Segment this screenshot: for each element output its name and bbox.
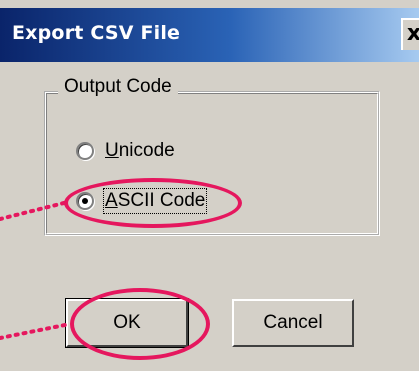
radio-unicode[interactable]: Unicode [76, 140, 175, 162]
radio-ascii-code-indicator[interactable] [76, 192, 94, 210]
radio-ascii-code-label[interactable]: ASCII Code [102, 188, 208, 214]
output-code-label: Output Code [58, 76, 178, 98]
group-frame [46, 93, 378, 234]
ok-button[interactable]: OK [65, 298, 189, 348]
radio-ascii-code[interactable]: ASCII Code [76, 188, 208, 214]
export-csv-dialog: Export CSV File x Output Code Unicode AS… [0, 0, 419, 371]
title-bar: Export CSV File x [0, 8, 419, 62]
close-button[interactable]: x [401, 18, 419, 50]
radio-unicode-indicator[interactable] [76, 142, 94, 160]
radio-unicode-label[interactable]: Unicode [105, 140, 175, 162]
dialog-title: Export CSV File [12, 22, 181, 44]
cancel-button[interactable]: Cancel [232, 299, 354, 347]
close-icon: x [406, 21, 419, 46]
output-code-group [44, 91, 380, 236]
